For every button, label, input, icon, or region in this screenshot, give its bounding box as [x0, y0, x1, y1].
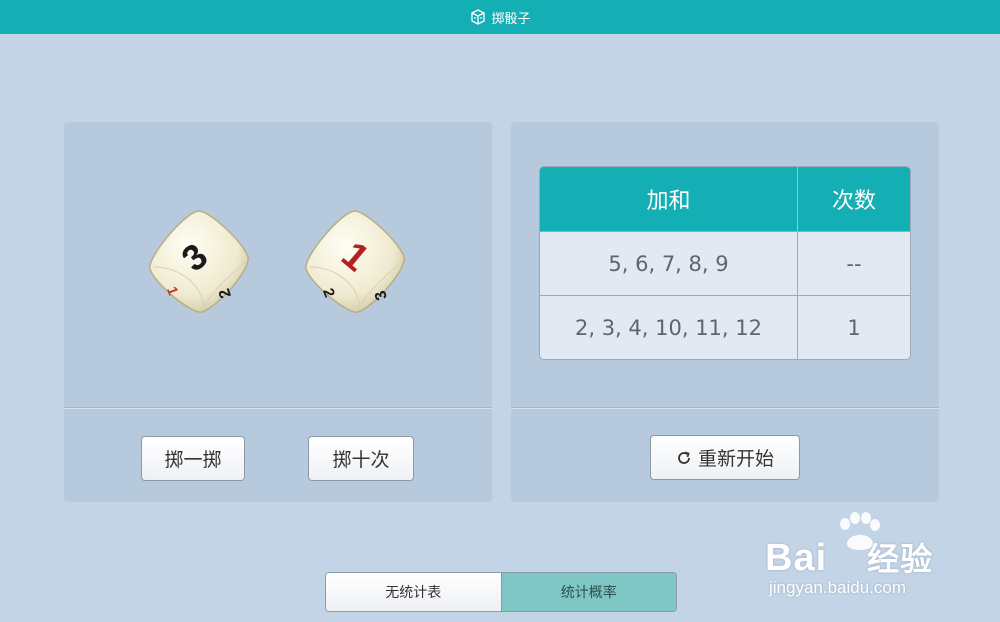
- row-count-cell: --: [797, 231, 910, 295]
- refresh-icon: [676, 450, 692, 466]
- panel-divider: [64, 407, 492, 409]
- table-header-row: 加和 次数: [540, 167, 910, 231]
- row-count-cell: 1: [797, 295, 910, 359]
- dice-box-icon: [469, 8, 487, 26]
- restart-label: 重新开始: [697, 448, 774, 470]
- title-bar: 掷骰子: [0, 0, 1000, 34]
- die-1[interactable]: 3 1 2: [144, 207, 254, 317]
- header-sum: 加和: [540, 167, 797, 231]
- mode-tabs: 无统计表 统计概率: [325, 572, 677, 612]
- header-count: 次数: [797, 167, 910, 231]
- dice-panel: 3 1 2 1 2 3 掷一掷 掷十次: [64, 122, 492, 502]
- die-2[interactable]: 1 2 3: [300, 207, 410, 317]
- page-title: 掷骰子: [491, 11, 531, 27]
- roll-ten-button[interactable]: 掷十次: [308, 436, 414, 481]
- panel-divider: [511, 407, 939, 409]
- stats-table: 加和 次数 5, 6, 7, 8, 9 -- 2, 3, 4, 10, 11, …: [539, 166, 911, 360]
- tab-no-stats[interactable]: 无统计表: [326, 573, 502, 611]
- baidu-watermark: Bai 经验 jingyan.baidu.com: [765, 512, 965, 604]
- row-sum-cell: 5, 6, 7, 8, 9: [540, 231, 797, 295]
- roll-once-button[interactable]: 掷一掷: [141, 436, 245, 481]
- restart-button[interactable]: 重新开始: [650, 435, 800, 480]
- row-sum-cell: 2, 3, 4, 10, 11, 12: [540, 295, 797, 359]
- stats-panel: 加和 次数 5, 6, 7, 8, 9 -- 2, 3, 4, 10, 11, …: [511, 122, 939, 502]
- tab-stats-probability[interactable]: 统计概率: [501, 573, 676, 611]
- table-row: 5, 6, 7, 8, 9 --: [540, 231, 910, 295]
- watermark-brand: Bai 经验: [765, 537, 934, 579]
- table-row: 2, 3, 4, 10, 11, 12 1: [540, 295, 910, 359]
- watermark-url: jingyan.baidu.com: [769, 578, 907, 597]
